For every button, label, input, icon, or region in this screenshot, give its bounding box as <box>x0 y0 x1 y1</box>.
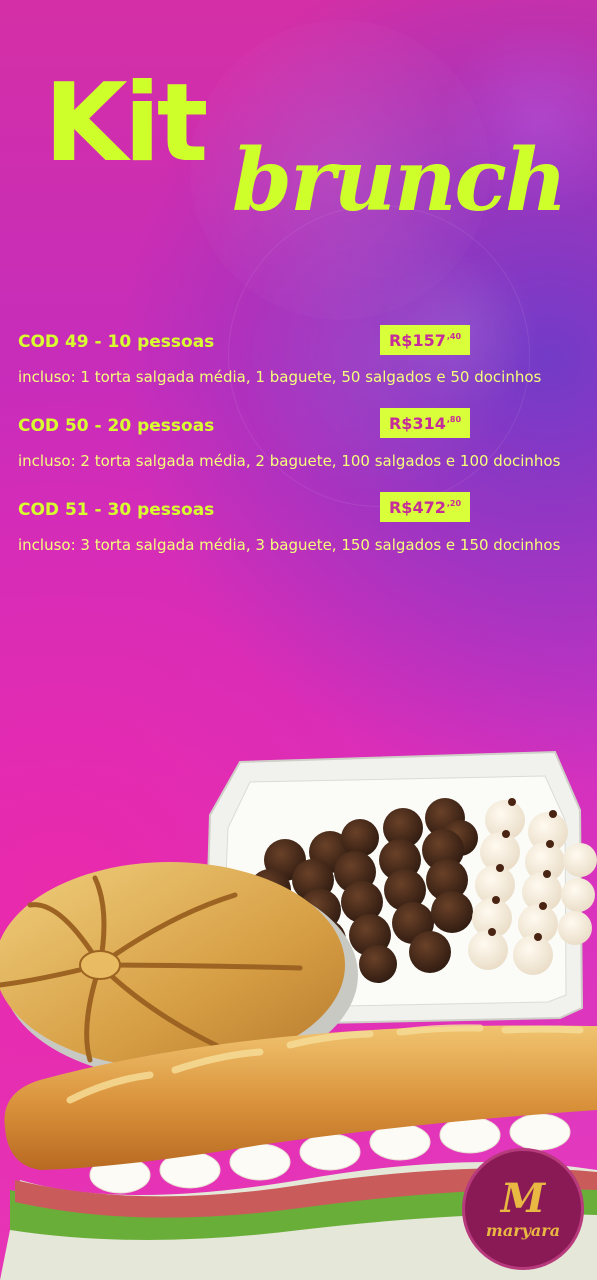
logo-mark: M <box>500 1174 546 1222</box>
price-main: R$314 <box>388 413 446 433</box>
offer-name: COD 51 - 30 pessoas <box>18 500 215 520</box>
price-cents: ,80 <box>446 414 462 424</box>
offer-description: incluso: 2 torta salgada média, 2 baguet… <box>18 452 561 470</box>
maryara-logo: M maryara <box>462 1148 584 1270</box>
offer-name: COD 50 - 20 pessoas <box>18 416 215 436</box>
price-badge: R$472,20 <box>380 492 470 522</box>
logo-wordmark: maryara <box>485 1220 561 1240</box>
kit-brunch-poster: Kit brunch COD 49 - 10 pessoas R$157,40 … <box>0 0 597 1280</box>
price-cents: ,20 <box>446 498 462 508</box>
price-cents: ,40 <box>446 331 462 341</box>
offer-description: incluso: 3 torta salgada média, 3 baguet… <box>18 536 561 554</box>
title-brunch: brunch <box>232 130 567 231</box>
title-kit: Kit <box>44 61 208 186</box>
price-badge: R$157,40 <box>380 325 470 355</box>
offer-name: COD 49 - 10 pessoas <box>18 332 215 352</box>
price-main: R$157 <box>388 330 446 350</box>
offer-description: incluso: 1 torta salgada média, 1 baguet… <box>18 368 542 386</box>
price-badge: R$314,80 <box>380 408 470 438</box>
price-main: R$472 <box>388 497 446 517</box>
